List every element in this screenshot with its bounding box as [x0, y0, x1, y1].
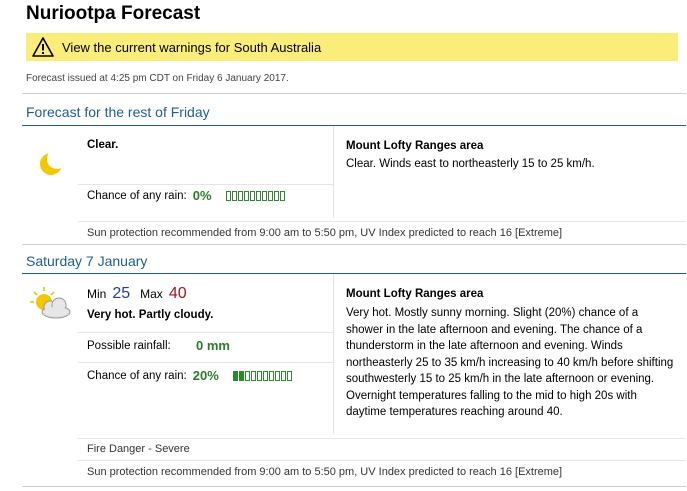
rain-chance-segment: [250, 370, 256, 381]
page-title: Nuriootpa Forecast: [26, 3, 201, 24]
saturday-area-text: Very hot. Mostly sunny morning. Slight (…: [346, 307, 674, 418]
today-sun-protection: Sun protection recommended from 9:00 am …: [87, 227, 563, 239]
divider: [78, 460, 686, 461]
rain-chance-segment: [280, 370, 286, 381]
divider: [22, 93, 686, 94]
today-summary: Clear.: [87, 139, 119, 151]
rain-chance-segment: [232, 370, 238, 381]
min-temp: 25: [112, 285, 131, 302]
saturday-rain-chance-row: Chance of any rain: 20%: [78, 362, 334, 388]
rain-chance-segment: [256, 370, 262, 381]
rain-chance-segment: [225, 190, 231, 201]
divider: [78, 221, 686, 222]
today-left-column: Clear. Chance of any rain: 0%: [22, 126, 334, 218]
rain-chance-segment: [255, 190, 261, 201]
rain-chance-segment: [238, 370, 244, 381]
saturday-sun-protection: Sun protection recommended from 9:00 am …: [87, 466, 563, 478]
saturday-summary: Very hot. Partly cloudy.: [87, 309, 214, 321]
divider: [22, 486, 686, 487]
rain-chance-segment: [268, 370, 274, 381]
max-label: Max: [140, 287, 163, 301]
today-rain-chance-row: Chance of any rain: 0%: [78, 184, 334, 206]
min-label: Min: [87, 287, 107, 301]
rain-chance-label: Chance of any rain:: [87, 189, 187, 202]
sun-partly-cloudy-icon: [26, 284, 74, 324]
rain-chance-bar: [232, 370, 292, 381]
rainfall-value: 0 mm: [196, 338, 230, 353]
rain-chance-segment: [273, 190, 279, 201]
issued-time: Forecast issued at 4:25 pm CDT on Friday…: [26, 73, 289, 84]
rain-chance-bar: [225, 190, 285, 201]
max-temp: 40: [168, 285, 187, 302]
rain-chance-segment: [274, 370, 280, 381]
rain-chance-segment: [249, 190, 255, 201]
rain-chance-segment: [267, 190, 273, 201]
rain-chance-segment: [261, 190, 267, 201]
rain-chance-value: 0%: [192, 188, 212, 203]
saturday-heading: Saturday 7 January: [26, 253, 148, 269]
today-area-text: Clear. Winds east to northeasterly 15 to…: [346, 158, 595, 170]
rain-chance-value: 20%: [192, 368, 219, 383]
rain-chance-segment: [231, 190, 237, 201]
warnings-link[interactable]: View the current warnings for South Aust…: [26, 33, 678, 61]
fire-danger: Fire Danger - Severe: [87, 443, 190, 455]
saturday-forecast: Min 25 Max 40 Very hot. Partly cloudy. Poss…: [22, 274, 686, 434]
rain-chance-label: Chance of any rain:: [87, 369, 187, 382]
rain-chance-segment: [237, 190, 243, 201]
today-heading: Forecast for the rest of Friday: [26, 104, 210, 120]
moon-icon: [26, 144, 74, 184]
rain-chance-segment: [243, 190, 249, 201]
rain-chance-segment: [279, 190, 285, 201]
saturday-area-title: Mount Lofty Ranges area: [346, 288, 484, 300]
rain-chance-segment: [286, 370, 292, 381]
today-forecast: Clear. Chance of any rain: 0% Mount Loft…: [22, 126, 686, 218]
rainfall-label: Possible rainfall:: [87, 339, 171, 352]
rain-chance-segment: [262, 370, 268, 381]
today-area-title: Mount Lofty Ranges area: [346, 140, 484, 152]
temperature-range: Min 25 Max 40: [87, 285, 187, 303]
saturday-left-column: Min 25 Max 40 Very hot. Partly cloudy. Poss…: [22, 274, 334, 434]
warnings-link-text[interactable]: View the current warnings for South Aust…: [62, 40, 321, 55]
rain-chance-segment: [244, 370, 250, 381]
divider: [78, 438, 686, 439]
rainfall-row: Possible rainfall: 0 mm: [78, 332, 334, 358]
divider: [22, 244, 686, 245]
warning-triangle-icon: [32, 37, 54, 57]
